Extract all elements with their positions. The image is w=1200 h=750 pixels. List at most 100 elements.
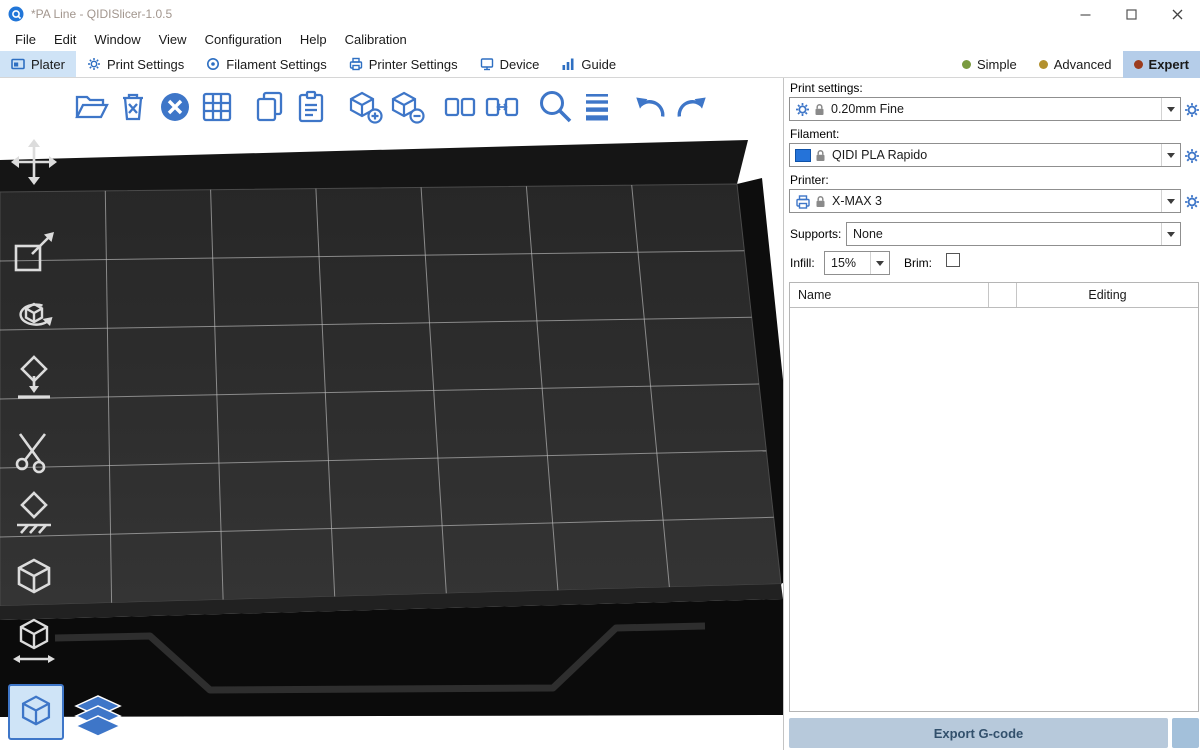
preview-view-button[interactable] [70, 692, 126, 740]
maximize-icon [1126, 9, 1137, 20]
tab-filament-settings[interactable]: Filament Settings [195, 51, 337, 77]
undo-button[interactable] [629, 85, 671, 129]
object-list-body[interactable] [790, 308, 1198, 712]
split-objects-button[interactable] [439, 85, 481, 129]
menu-edit[interactable]: Edit [45, 30, 85, 49]
filament-color-swatch [795, 149, 811, 162]
undo-icon [631, 88, 669, 126]
printer-icon [795, 194, 811, 209]
tab-label: Print Settings [107, 57, 184, 72]
brim-label: Brim: [904, 256, 932, 270]
mode-label: Simple [977, 57, 1017, 72]
copy-button[interactable] [249, 85, 291, 129]
menubar: File Edit Window View Configuration Help… [0, 28, 1200, 51]
filament-settings-icon [206, 57, 220, 71]
viewport-3d[interactable] [0, 78, 783, 750]
scale-tool-button[interactable] [8, 226, 60, 278]
printer-select[interactable]: X-MAX 3 [789, 189, 1181, 213]
cut-tool-button[interactable] [8, 426, 60, 478]
toolbar-separator [618, 107, 629, 108]
gear-icon [795, 102, 810, 117]
window-controls [1062, 0, 1200, 28]
supports-value: None [853, 227, 1161, 241]
menu-help[interactable]: Help [291, 30, 336, 49]
delete-all-icon [157, 89, 193, 125]
chevron-down-icon [1161, 144, 1180, 166]
arrange-icon [199, 89, 235, 125]
mode-advanced[interactable]: Advanced [1028, 51, 1123, 78]
menu-file[interactable]: File [6, 30, 45, 49]
add-instance-icon [347, 89, 383, 125]
export-gcode-button[interactable]: Export G-code [789, 718, 1168, 748]
remove-instance-button[interactable] [386, 85, 428, 129]
tab-label: Printer Settings [369, 57, 458, 72]
arrange-button[interactable] [196, 85, 238, 129]
object-list-header: Name Editing [790, 283, 1198, 308]
minimize-button[interactable] [1062, 0, 1108, 28]
copy-icon [252, 89, 288, 125]
move-tool-button[interactable] [8, 136, 60, 188]
tab-print-settings[interactable]: Print Settings [76, 51, 195, 77]
add-instance-button[interactable] [344, 85, 386, 129]
open-button[interactable] [70, 85, 112, 129]
paint-support-tool-button[interactable] [8, 488, 60, 540]
print-settings-gear-button[interactable] [1183, 101, 1200, 118]
print-profile-select[interactable]: 0.20mm Fine [789, 97, 1181, 121]
guide-icon [561, 57, 575, 71]
object-list: Name Editing [789, 282, 1199, 712]
menu-calibration[interactable]: Calibration [336, 30, 416, 49]
search-button[interactable] [534, 85, 576, 129]
chevron-down-icon [1161, 98, 1180, 120]
tab-printer-settings[interactable]: Printer Settings [338, 51, 469, 77]
gear-icon [1184, 102, 1200, 118]
printer-settings-gear-button[interactable] [1183, 193, 1200, 210]
paint-seam-tool-button[interactable] [8, 554, 60, 606]
toolbar-separator [523, 107, 534, 108]
tab-device[interactable]: Device [469, 51, 551, 77]
filament-settings-gear-button[interactable] [1183, 147, 1200, 164]
advanced-dot-icon [1039, 60, 1048, 69]
close-icon [1172, 9, 1183, 20]
redo-button[interactable] [671, 85, 713, 129]
measure-tool-button[interactable] [8, 616, 60, 668]
paste-button[interactable] [291, 85, 333, 129]
titlebar: *PA Line - QIDISlicer-1.0.5 [0, 0, 1200, 28]
brim-checkbox[interactable] [946, 253, 960, 267]
menu-window[interactable]: Window [85, 30, 149, 49]
close-button[interactable] [1154, 0, 1200, 28]
menu-configuration[interactable]: Configuration [196, 30, 291, 49]
toolbar-separator [333, 107, 344, 108]
simple-dot-icon [962, 60, 971, 69]
cut-icon [9, 427, 59, 477]
mode-simple[interactable]: Simple [951, 51, 1028, 78]
supports-select[interactable]: None [846, 222, 1181, 246]
print-settings-icon [87, 57, 101, 71]
chevron-down-icon [1161, 223, 1180, 245]
tab-label: Plater [31, 57, 65, 72]
mode-switcher: Simple Advanced Expert [951, 51, 1200, 78]
place-on-face-tool-button[interactable] [8, 351, 60, 403]
delete-button[interactable] [112, 85, 154, 129]
infill-label: Infill: [790, 256, 815, 270]
window-title: *PA Line - QIDISlicer-1.0.5 [31, 7, 172, 21]
export-options-button[interactable] [1172, 718, 1199, 748]
tab-plater[interactable]: Plater [0, 51, 76, 77]
delete-all-button[interactable] [154, 85, 196, 129]
variable-layer-height-button[interactable] [576, 85, 618, 129]
editor-view-button[interactable] [8, 684, 64, 740]
menu-view[interactable]: View [150, 30, 196, 49]
split-parts-button[interactable] [481, 85, 523, 129]
variable-layer-height-icon [579, 89, 615, 125]
preview-layers-icon [72, 694, 124, 738]
infill-select[interactable]: 15% [824, 251, 890, 275]
maximize-button[interactable] [1108, 0, 1154, 28]
plater-icon [11, 57, 25, 71]
mode-expert[interactable]: Expert [1123, 51, 1200, 78]
rotate-tool-button[interactable] [8, 288, 60, 340]
seam-cube-icon [9, 555, 59, 605]
minimize-icon [1080, 9, 1091, 20]
filament-select[interactable]: QIDI PLA Rapido [789, 143, 1181, 167]
tab-guide[interactable]: Guide [550, 51, 627, 77]
measure-icon [9, 617, 59, 667]
column-header-blank [989, 283, 1017, 307]
